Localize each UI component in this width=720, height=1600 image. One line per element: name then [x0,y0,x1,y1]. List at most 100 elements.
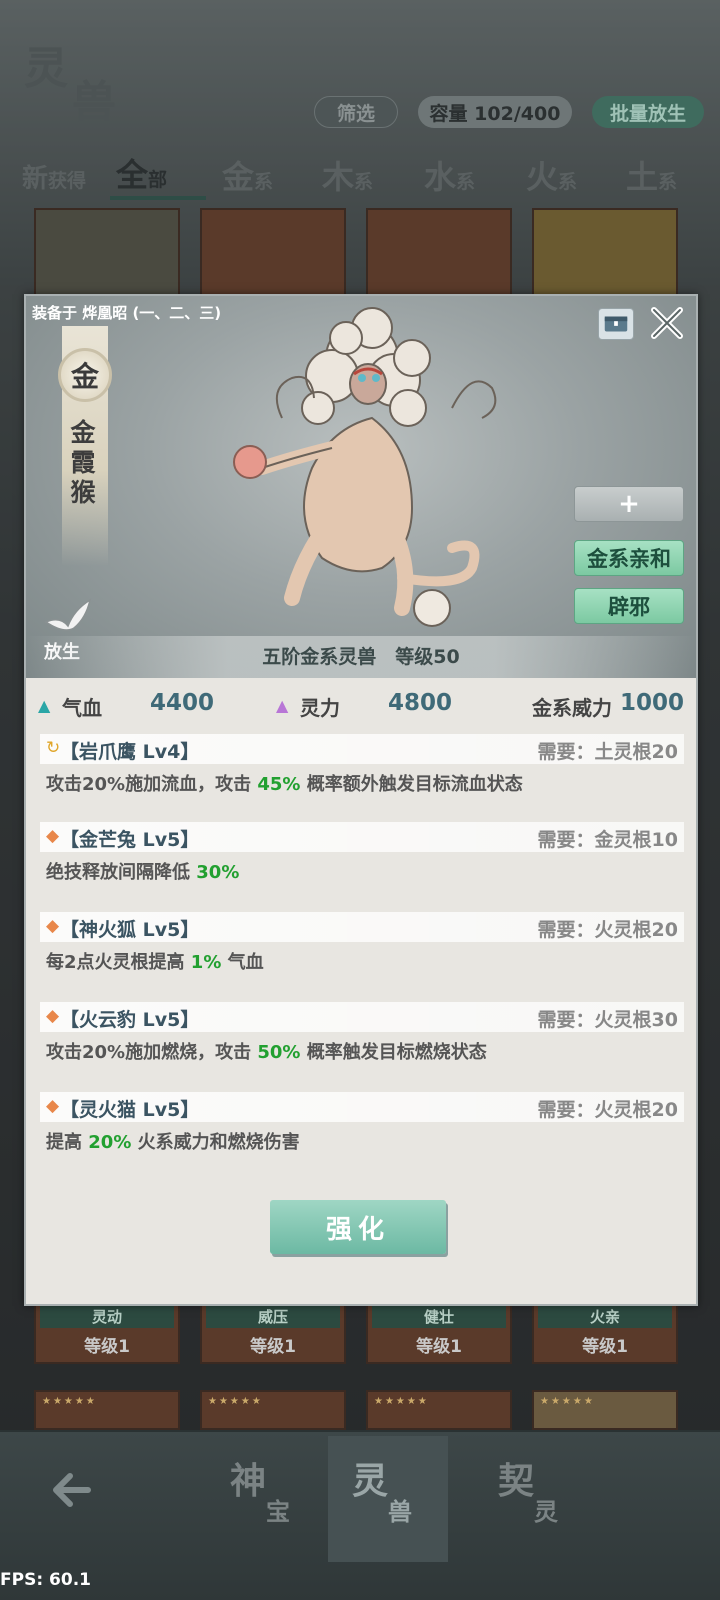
nav-beast-char2: 兽 [388,1497,412,1526]
add-trait-button[interactable]: + [574,486,684,522]
tab-water[interactable]: 水系 [424,152,475,198]
nav-treasure[interactable]: 神 宝 [206,1452,326,1542]
nav-contract-spirit[interactable]: 契 灵 [474,1452,594,1542]
trait-ward-evil-button[interactable]: 辟邪 [574,588,684,624]
skill-description: 每2点火灵根提高 1% 气血 [46,948,264,974]
category-tabs: 新获得 全部 金系 木系 水系 火系 土系 [0,150,720,200]
skill-desc-text: 气血 [221,952,264,973]
back-arrow-icon[interactable] [48,1462,104,1518]
bird-icon[interactable] [42,592,94,640]
nav-spirit-beast[interactable]: 灵 兽 [328,1436,448,1562]
beast-card[interactable]: ★★★★★ [200,1390,346,1430]
skill-desc-highlight: 45% [257,774,301,795]
batch-release-button[interactable]: 批量放生 [592,96,704,128]
tab-all[interactable]: 全部 [116,150,167,196]
skill-desc-text: 火系威力和燃烧伤害 [131,1132,300,1153]
skill-name: 【火云豹 Lv5】 [60,1009,200,1031]
metal-element-badge: 金 [58,348,112,402]
mp-triangle-icon: ▲ [276,696,289,715]
tab-metal-big: 金 [222,158,255,196]
beast-card[interactable]: ★★★★★ [532,1390,678,1430]
enhance-button[interactable]: 强化 [270,1200,446,1254]
beast-card[interactable] [532,208,678,298]
skill-requirement: 需要：火灵根20 [537,919,678,941]
tab-earth[interactable]: 土系 [626,152,677,198]
card-level: 等级1 [582,1337,628,1357]
close-icon[interactable] [646,302,688,344]
beast-card[interactable]: 威压 等级1 [200,1300,346,1364]
logo-char-2: 兽 [72,77,118,128]
hp-value: 4400 [150,690,215,716]
beast-card[interactable]: 灵动 等级1 [34,1300,180,1364]
metal-power-label: 金系威力 [532,696,612,720]
tab-new[interactable]: 新获得 [22,158,86,195]
nav-beast-char1: 灵 [352,1460,389,1502]
hp-triangle-icon: ▲ [38,696,51,715]
card-trait-label: 灵动 [40,1306,174,1328]
beast-card[interactable] [34,208,180,298]
nav-contract-char2: 灵 [534,1497,558,1526]
diamond-icon: ◆ [46,1096,60,1116]
trait-metal-affinity-button[interactable]: 金系亲和 [574,540,684,576]
tab-wood-small: 系 [354,171,374,193]
lock-box-button[interactable] [598,308,634,340]
skill-desc-text: 攻击20%施加流血，攻击 [46,774,258,795]
skill-desc-highlight: 20% [88,1132,132,1153]
equipped-info: 装备于 烨凰昭 (一、二、三) [32,304,222,322]
skill-requirement: 需要：金灵根10 [537,829,678,851]
skill-description: 提高 20% 火系威力和燃烧伤害 [46,1128,300,1154]
nav-contract-char1: 契 [498,1460,535,1502]
beast-stage-level: 五阶金系灵兽 等级50 [26,636,696,678]
tab-underline [110,196,206,200]
tab-all-small: 部 [148,169,168,191]
tab-metal[interactable]: 金系 [222,152,273,198]
star-rating: ★★★★★ [208,1396,263,1407]
golden-monkey-illustration [233,307,497,627]
beast-card[interactable] [200,208,346,298]
beast-detail-popup: 装备于 烨凰昭 (一、二、三) 金 金霞猴 + 金系亲和 辟邪 放生 五阶金系灵… [24,294,698,1306]
beast-card[interactable]: ★★★★★ [34,1390,180,1430]
diamond-icon: ◆ [46,826,60,846]
skill-desc-text: 攻击20%施加燃烧，攻击 [46,1042,258,1063]
tab-water-big: 水 [424,158,457,196]
skill-requirement: 需要：土灵根20 [537,741,678,763]
box-icon [604,316,628,332]
card-level: 等级1 [250,1337,296,1357]
nav-treasure-char2: 宝 [266,1497,290,1526]
card-level: 等级1 [416,1337,462,1357]
beast-card[interactable] [366,208,512,298]
card-level: 等级1 [84,1337,130,1357]
mp-value: 4800 [388,690,453,716]
skill-description: 攻击20%施加流血，攻击 45% 概率额外触发目标流血状态 [46,770,523,796]
star-rating: ★★★★★ [540,1396,595,1407]
diamond-icon: ◆ [46,916,60,936]
skill-desc-text: 概率额外触发目标流血状态 [300,774,523,795]
metal-power-value: 1000 [620,690,685,716]
skill-desc-text: 概率触发目标燃烧状态 [300,1042,487,1063]
tab-water-small: 系 [456,171,476,193]
beast-card[interactable]: 火亲 等级1 [532,1300,678,1364]
mp-label: 灵力 [300,696,340,720]
tab-fire-big: 火 [526,158,559,196]
skill-requirement: 需要：火灵根20 [537,1099,678,1121]
nav-treasure-char1: 神 [230,1460,267,1502]
skill-name: 【灵火猫 Lv5】 [60,1099,200,1121]
logo-char-1: 灵 [24,43,70,94]
refresh-icon: ↻ [46,738,61,758]
beast-card[interactable]: 健壮 等级1 [366,1300,512,1364]
skill-desc-text: 绝技释放间隔降低 [46,862,197,883]
skill-desc-highlight: 50% [257,1042,301,1063]
tab-fire[interactable]: 火系 [526,152,577,198]
tab-fire-small: 系 [558,171,578,193]
skill-name: 【金芒兔 Lv5】 [60,829,200,851]
skill-desc-highlight: 1% [190,952,222,973]
tab-wood[interactable]: 木系 [322,152,373,198]
tab-earth-big: 土 [626,158,659,196]
card-trait-label: 火亲 [538,1306,672,1328]
skill-description: 攻击20%施加燃烧，攻击 50% 概率触发目标燃烧状态 [46,1038,487,1064]
filter-button[interactable]: 筛选 [314,96,398,128]
bottom-nav: 神 宝 灵 兽 契 灵 [0,1430,720,1600]
stats-row: ▲ 气血 4400 ▲ 灵力 4800 金系威力 1000 [26,678,696,734]
tab-all-big: 全 [116,156,149,194]
beast-card[interactable]: ★★★★★ [366,1390,512,1430]
